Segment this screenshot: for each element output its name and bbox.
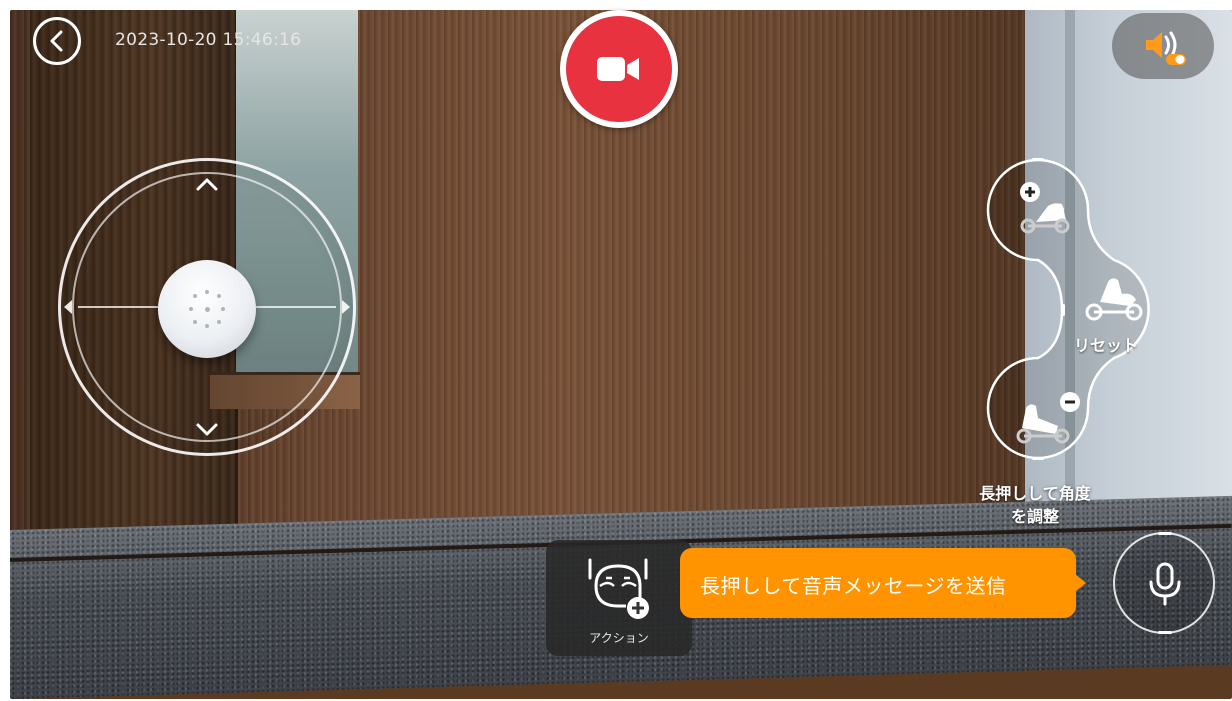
joystick-guide-left bbox=[78, 306, 158, 308]
sound-toggle-button[interactable] bbox=[1112, 13, 1214, 79]
action-button[interactable]: アクション bbox=[546, 540, 692, 656]
angle-hint: 長押しして角度 を調整 bbox=[960, 482, 1110, 528]
timestamp: 2023-10-20 15:46:16 bbox=[115, 30, 302, 50]
record-button[interactable] bbox=[560, 10, 678, 128]
joystick-guide-right bbox=[256, 306, 336, 308]
joystick-knob[interactable] bbox=[158, 260, 256, 358]
chevron-down-icon[interactable] bbox=[195, 422, 219, 438]
back-button[interactable] bbox=[33, 17, 81, 65]
joystick-right-tick bbox=[342, 300, 350, 314]
tooltip-pointer bbox=[1075, 574, 1086, 592]
angle-reset-label: リセット bbox=[1074, 336, 1139, 355]
voice-message-tooltip: 長押しして音声メッセージを送信 bbox=[680, 548, 1086, 618]
face-add-icon bbox=[588, 558, 649, 619]
mic-top-tick bbox=[1158, 532, 1172, 535]
angle-down-minus-icon[interactable] bbox=[1014, 390, 1086, 450]
angle-up-plus-icon[interactable] bbox=[1014, 180, 1076, 242]
chevron-up-icon[interactable] bbox=[195, 176, 219, 192]
chevron-left-icon bbox=[50, 30, 63, 52]
angle-control: リセット bbox=[986, 150, 1156, 480]
movement-joystick[interactable] bbox=[58, 158, 356, 456]
microphone-icon bbox=[1149, 562, 1181, 606]
angle-hint-line1: 長押しして角度 bbox=[979, 484, 1091, 503]
angle-hint-line2: を調整 bbox=[1010, 507, 1059, 526]
mic-bottom-tick bbox=[1158, 631, 1172, 634]
action-label: アクション bbox=[589, 631, 649, 645]
joystick-left-tick bbox=[64, 300, 72, 314]
voice-message-tooltip-text: 長押しして音声メッセージを送信 bbox=[700, 574, 1007, 598]
microphone-button[interactable] bbox=[1113, 532, 1215, 634]
angle-reset-icon[interactable] bbox=[1082, 274, 1146, 326]
video-camera-icon bbox=[597, 57, 639, 81]
speaker-toggle-icon bbox=[1146, 31, 1186, 65]
